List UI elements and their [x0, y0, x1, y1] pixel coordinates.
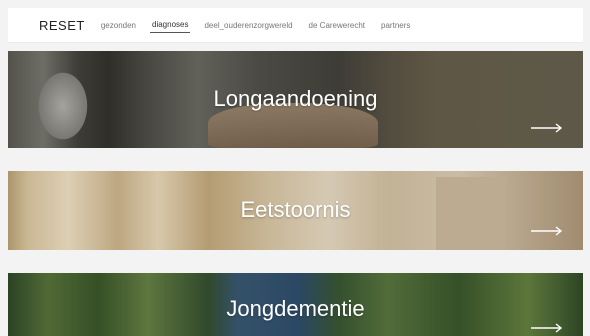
arrow-right-icon[interactable]: [531, 123, 563, 133]
brand-logo[interactable]: RESET: [39, 18, 85, 33]
arrow-right-icon[interactable]: [531, 323, 563, 333]
top-navigation: RESET gezonden diagnoses deel_ouderenzor…: [8, 8, 583, 42]
card-title: Eetstoornis: [240, 197, 351, 222]
diagnosis-card-eetstoornis[interactable]: Eetstoornis: [8, 171, 583, 250]
diagnosis-card-longaandoening[interactable]: Longaandoening: [8, 51, 583, 148]
nav-item-carewerecht[interactable]: de Carewerecht: [307, 18, 367, 33]
nav-item-ouderenzorg[interactable]: deel_ouderenzorgwereld: [202, 18, 294, 33]
card-title: Longaandoening: [213, 86, 378, 111]
nav-item-partners[interactable]: partners: [379, 18, 412, 33]
nav-item-diagnoses[interactable]: diagnoses: [150, 17, 191, 33]
nav-item-gezonden[interactable]: gezonden: [99, 18, 138, 33]
diagnosis-card-jongdementie[interactable]: Jongdementie: [8, 273, 583, 336]
main-nav: gezonden diagnoses deel_ouderenzorgwerel…: [99, 17, 413, 33]
card-title: Jongdementie: [226, 296, 365, 321]
arrow-right-icon[interactable]: [531, 226, 563, 236]
